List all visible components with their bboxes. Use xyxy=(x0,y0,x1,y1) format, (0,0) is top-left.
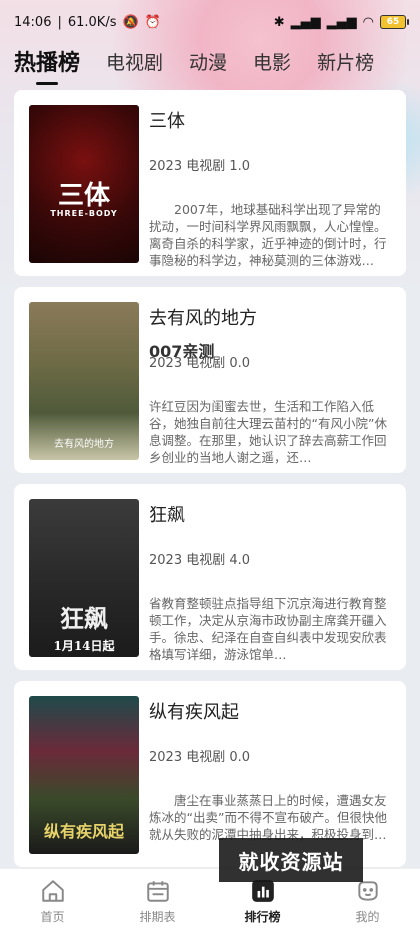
alarm-icon: ⏰ xyxy=(144,14,161,30)
poster-title: 去有风的地方 xyxy=(54,439,114,450)
tab-hot[interactable]: 热播榜 xyxy=(14,45,80,77)
calendar-icon xyxy=(145,878,171,904)
poster-image: 纵有疾风起 xyxy=(29,696,139,854)
tab-tv-series[interactable]: 电视剧 xyxy=(106,48,163,75)
item-title: 纵有疾风起 xyxy=(149,702,239,723)
poster-subtitle: 1月14日起 xyxy=(53,639,115,653)
nav-label: 首页 xyxy=(40,909,65,924)
nav-item-schedule[interactable]: 排期表 xyxy=(118,878,198,925)
status-bar: 14:06 | 61.0K/s 🔕 ⏰ ✱ ▂▄▆ ▂▄▆ ◠ 65 xyxy=(0,0,420,44)
battery-indicator: 65 xyxy=(380,15,409,29)
item-meta: 2023 电视剧 1.0 xyxy=(149,159,251,174)
nav-label: 排行榜 xyxy=(244,909,281,924)
item-description: 2007年，地球基础科学出现了异常的扰动，一时间科学界风雨飘飘，人心惶惶。离奇自… xyxy=(149,202,387,268)
poster-title: 三体 xyxy=(57,181,110,211)
tab-movies[interactable]: 电影 xyxy=(253,48,291,75)
poster-title: 狂飙 xyxy=(60,604,108,633)
item-title: 狂飙 xyxy=(149,505,185,526)
item-meta: 2023 电视剧 0.0 xyxy=(149,750,251,765)
item-title: 三体 xyxy=(149,111,185,132)
status-divider: | xyxy=(57,14,62,30)
list-item[interactable]: 狂飙 1月14日起 狂飙 2023 电视剧 4.0 省教育整顿驻点指导组下沉京海… xyxy=(14,484,406,670)
item-description: 许红豆因为闺蜜去世，生活和工作陷入低谷，她独自前往大理云苗村的“有风小院”休息调… xyxy=(149,399,387,465)
poster-subtitle: THREE-BODY xyxy=(50,209,118,218)
item-description: 省教育整顿驻点指导组下沉京海进行教育整顿工作，决定从京海市政协副主席龚开疆入手。… xyxy=(149,596,387,662)
item-description: 唐尘在事业蒸蒸日上的时候，遭遇女友炼冰的“出卖”而不得不宣布破产。但很快他就从失… xyxy=(149,793,387,842)
status-network-speed: 61.0K/s xyxy=(67,14,117,30)
home-icon xyxy=(40,878,66,904)
item-title: 去有风的地方 xyxy=(149,308,257,329)
list-item[interactable]: 三体 THREE-BODY 三体 2023 电视剧 1.0 2007年，地球基础… xyxy=(14,90,406,276)
tab-anime[interactable]: 动漫 xyxy=(189,48,227,75)
poster-image: 狂飙 1月14日起 xyxy=(29,499,139,657)
watermark-banner: 就收资源站 xyxy=(219,838,363,882)
item-meta: 2023 电视剧 4.0 xyxy=(149,553,251,568)
wifi-icon: ◠ xyxy=(362,14,374,30)
signal-icon-2: ▂▄▆ xyxy=(326,14,357,30)
bluetooth-icon: ✱ xyxy=(273,14,285,30)
item-meta: 2023 电视剧 0.0 xyxy=(149,356,251,371)
mute-icon: 🔕 xyxy=(122,14,139,30)
signal-icon: ▂▄▆ xyxy=(290,14,321,30)
nav-item-home[interactable]: 首页 xyxy=(13,878,93,925)
list-item[interactable]: 去有风的地方 去有风的地方 007亲测 2023 电视剧 0.0 许红豆因为闺蜜… xyxy=(14,287,406,473)
tab-new-releases[interactable]: 新片榜 xyxy=(317,48,374,75)
status-time: 14:06 xyxy=(14,14,52,30)
nav-item-profile[interactable]: 我的 xyxy=(328,878,408,925)
category-tabs: 热播榜 电视剧 动漫 电影 新片榜 xyxy=(0,40,420,82)
nav-label: 我的 xyxy=(355,909,380,924)
nav-label: 排期表 xyxy=(139,909,176,924)
nav-item-ranking[interactable]: 排行榜 xyxy=(223,878,303,925)
poster-image: 去有风的地方 xyxy=(29,302,139,460)
poster-title: 纵有疾风起 xyxy=(43,822,124,841)
poster-image: 三体 THREE-BODY xyxy=(29,105,139,263)
ranking-list: 三体 THREE-BODY 三体 2023 电视剧 1.0 2007年，地球基础… xyxy=(14,90,406,878)
